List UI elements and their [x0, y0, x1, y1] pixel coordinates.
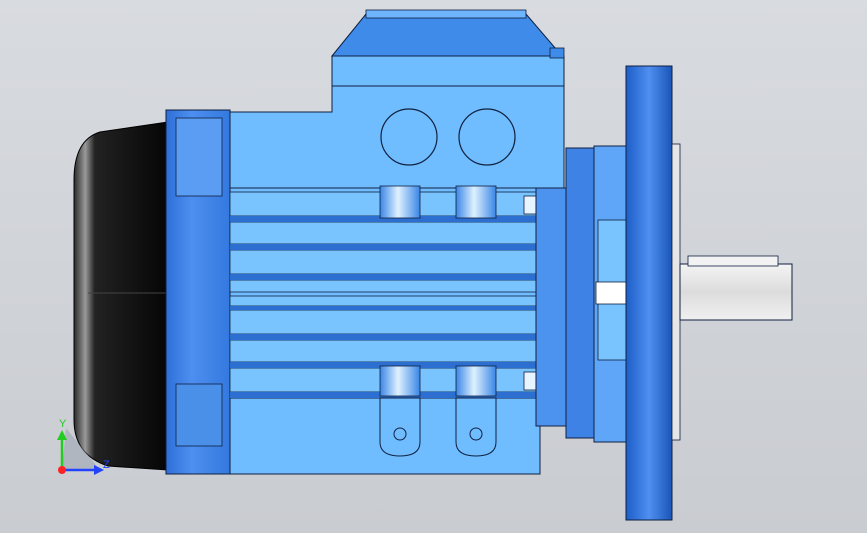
- cad-3d-viewport[interactable]: Y Z: [0, 0, 867, 533]
- cable-gland-right: [458, 108, 516, 166]
- z-axis-label: Z: [103, 459, 110, 471]
- output-shaft[interactable]: [679, 255, 793, 321]
- terminal-box[interactable]: [330, 9, 565, 87]
- cable-gland-left: [380, 108, 438, 166]
- mounting-flange[interactable]: [625, 65, 681, 521]
- shaft-key: [687, 255, 779, 267]
- y-axis-label: Y: [59, 418, 67, 430]
- front-end-shield[interactable]: [535, 145, 627, 443]
- fan-cover[interactable]: [73, 121, 169, 471]
- motor-model-scene[interactable]: Y Z: [0, 0, 867, 533]
- rear-end-shield[interactable]: [165, 109, 241, 475]
